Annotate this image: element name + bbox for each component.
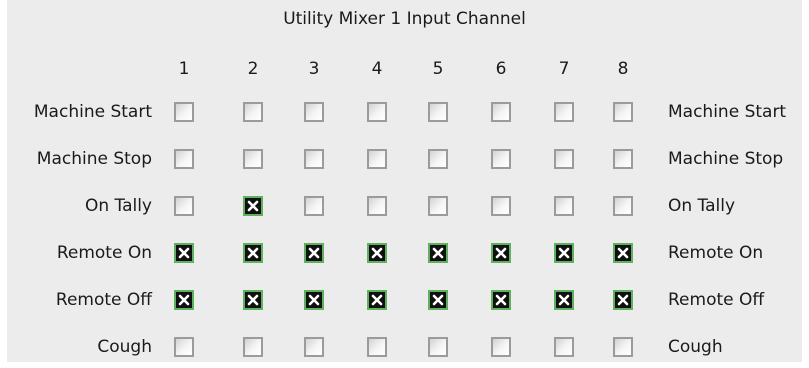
checkbox-remote-off-ch4[interactable]	[367, 290, 387, 310]
row-label-left-machine-stop: Machine Stop	[36, 149, 152, 169]
x-mark-icon	[617, 294, 629, 306]
checkbox-machine-start-ch7[interactable]	[554, 102, 574, 122]
checkbox-remote-on-ch2[interactable]	[243, 243, 263, 263]
x-mark-icon	[432, 247, 444, 259]
checkbox-on-tally-ch4[interactable]	[367, 196, 387, 216]
panel-edge-right	[802, 0, 809, 368]
checkbox-cough-ch1[interactable]	[174, 337, 194, 357]
checkbox-cough-ch2[interactable]	[243, 337, 263, 357]
checkbox-cough-ch4[interactable]	[367, 337, 387, 357]
checkbox-on-tally-ch7[interactable]	[554, 196, 574, 216]
row-label-right-machine-start: Machine Start	[668, 102, 787, 122]
checkbox-machine-start-ch8[interactable]	[613, 102, 633, 122]
checkbox-remote-off-ch5[interactable]	[428, 290, 448, 310]
column-header-2: 2	[247, 59, 259, 79]
x-mark-icon	[558, 247, 570, 259]
row-label-right-cough: Cough	[668, 337, 723, 357]
checkbox-machine-stop-ch1[interactable]	[174, 149, 194, 169]
checkbox-cough-ch3[interactable]	[304, 337, 324, 357]
checkbox-on-tally-ch8[interactable]	[613, 196, 633, 216]
x-mark-icon	[495, 294, 507, 306]
column-header-5: 5	[432, 59, 444, 79]
row-label-left-cough: Cough	[97, 337, 152, 357]
checkbox-cough-ch5[interactable]	[428, 337, 448, 357]
panel-title: Utility Mixer 1 Input Channel	[283, 9, 526, 29]
checkbox-machine-stop-ch2[interactable]	[243, 149, 263, 169]
row-label-left-remote-off: Remote Off	[55, 290, 152, 310]
x-mark-icon	[178, 247, 190, 259]
checkbox-remote-off-ch8[interactable]	[613, 290, 633, 310]
column-header-7: 7	[558, 59, 570, 79]
x-mark-icon	[247, 247, 259, 259]
checkbox-remote-on-ch6[interactable]	[491, 243, 511, 263]
x-mark-icon	[308, 247, 320, 259]
row-label-right-on-tally: On Tally	[668, 196, 736, 216]
checkbox-remote-off-ch3[interactable]	[304, 290, 324, 310]
x-mark-icon	[617, 247, 629, 259]
panel-edge-bottom	[0, 362, 809, 368]
x-mark-icon	[558, 294, 570, 306]
checkbox-on-tally-ch2[interactable]	[243, 196, 263, 216]
checkbox-machine-start-ch6[interactable]	[491, 102, 511, 122]
x-mark-icon	[308, 294, 320, 306]
checkbox-remote-on-ch4[interactable]	[367, 243, 387, 263]
x-mark-icon	[371, 247, 383, 259]
checkbox-on-tally-ch3[interactable]	[304, 196, 324, 216]
checkbox-machine-stop-ch7[interactable]	[554, 149, 574, 169]
row-label-right-machine-stop: Machine Stop	[668, 149, 784, 169]
checkbox-machine-stop-ch5[interactable]	[428, 149, 448, 169]
column-header-4: 4	[371, 59, 383, 79]
row-label-left-machine-start: Machine Start	[33, 102, 152, 122]
checkbox-machine-stop-ch8[interactable]	[613, 149, 633, 169]
checkbox-remote-off-ch7[interactable]	[554, 290, 574, 310]
checkbox-machine-start-ch4[interactable]	[367, 102, 387, 122]
checkbox-remote-on-ch8[interactable]	[613, 243, 633, 263]
panel-edge-left	[0, 0, 7, 368]
x-mark-icon	[247, 294, 259, 306]
checkbox-on-tally-ch1[interactable]	[174, 196, 194, 216]
x-mark-icon	[371, 294, 383, 306]
checkbox-machine-start-ch1[interactable]	[174, 102, 194, 122]
row-label-right-remote-off: Remote Off	[668, 290, 765, 310]
checkbox-remote-on-ch1[interactable]	[174, 243, 194, 263]
checkbox-machine-stop-ch3[interactable]	[304, 149, 324, 169]
checkbox-machine-start-ch2[interactable]	[243, 102, 263, 122]
checkbox-remote-on-ch5[interactable]	[428, 243, 448, 263]
checkbox-machine-stop-ch4[interactable]	[367, 149, 387, 169]
column-header-6: 6	[495, 59, 507, 79]
checkbox-cough-ch8[interactable]	[613, 337, 633, 357]
checkbox-remote-off-ch1[interactable]	[174, 290, 194, 310]
row-label-left-on-tally: On Tally	[84, 196, 152, 216]
row-label-right-remote-on: Remote On	[668, 243, 764, 263]
checkbox-on-tally-ch6[interactable]	[491, 196, 511, 216]
checkbox-remote-on-ch3[interactable]	[304, 243, 324, 263]
checkbox-machine-start-ch3[interactable]	[304, 102, 324, 122]
x-mark-icon	[432, 294, 444, 306]
checkbox-cough-ch7[interactable]	[554, 337, 574, 357]
checkbox-remote-on-ch7[interactable]	[554, 243, 574, 263]
utility-mixer-panel: Utility Mixer 1 Input Channel Machine St…	[0, 0, 809, 368]
x-mark-icon	[495, 247, 507, 259]
checkbox-machine-start-ch5[interactable]	[428, 102, 448, 122]
x-mark-icon	[247, 200, 259, 212]
column-header-3: 3	[308, 59, 320, 79]
row-label-left-remote-on: Remote On	[56, 243, 152, 263]
x-mark-icon	[178, 294, 190, 306]
checkbox-remote-off-ch2[interactable]	[243, 290, 263, 310]
column-header-1: 1	[178, 59, 190, 79]
checkbox-remote-off-ch6[interactable]	[491, 290, 511, 310]
column-header-8: 8	[617, 59, 629, 79]
checkbox-machine-stop-ch6[interactable]	[491, 149, 511, 169]
checkbox-on-tally-ch5[interactable]	[428, 196, 448, 216]
checkbox-cough-ch6[interactable]	[491, 337, 511, 357]
